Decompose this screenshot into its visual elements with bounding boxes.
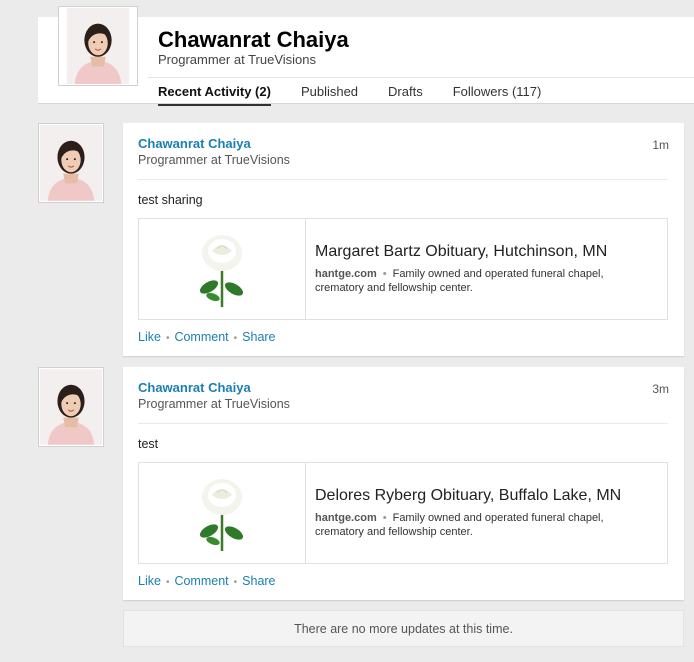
- link-title[interactable]: Margaret Bartz Obituary, Hutchinson, MN: [315, 243, 607, 261]
- post-timestamp: 1m: [652, 138, 669, 152]
- post-actions: Like • Comment • Share: [138, 330, 276, 344]
- post-author-name[interactable]: Chawanrat Chaiya: [138, 136, 251, 151]
- link-thumbnail[interactable]: [139, 463, 306, 563]
- share-link[interactable]: Share: [242, 574, 275, 588]
- shared-link-preview[interactable]: Delores Ryberg Obituary, Buffalo Lake, M…: [138, 462, 668, 564]
- like-link[interactable]: Like: [138, 574, 161, 588]
- profile-name: Chawanrat Chaiya: [158, 27, 349, 52]
- white-rose-icon: [187, 229, 257, 309]
- bullet-separator: •: [382, 268, 387, 280]
- comment-link[interactable]: Comment: [174, 574, 228, 588]
- avatar-image: [40, 369, 102, 445]
- link-domain: hantge.com: [315, 512, 377, 524]
- tab-followers[interactable]: Followers (117): [453, 84, 542, 106]
- tab-drafts[interactable]: Drafts: [388, 84, 423, 106]
- tab-published[interactable]: Published: [301, 84, 358, 106]
- post-text: test: [138, 437, 159, 451]
- share-link[interactable]: Share: [242, 330, 275, 344]
- post-timestamp: 3m: [652, 382, 669, 396]
- like-link[interactable]: Like: [138, 330, 161, 344]
- link-domain: hantge.com: [315, 268, 377, 280]
- link-source: hantge.com • Family owned and operated fun…: [315, 511, 655, 539]
- link-thumbnail[interactable]: [139, 219, 306, 319]
- post-actions: Like • Comment • Share: [138, 574, 276, 588]
- bullet-separator: •: [165, 577, 170, 588]
- activity-card: Chawanrat Chaiya Programmer at TrueVisio…: [123, 123, 684, 356]
- bullet-separator: •: [233, 333, 238, 344]
- post-author-avatar[interactable]: [38, 123, 104, 203]
- no-more-updates: There are no more updates at this time.: [123, 610, 684, 647]
- bullet-separator: •: [233, 577, 238, 588]
- bullet-separator: •: [382, 512, 387, 524]
- profile-header: Chawanrat Chaiya Programmer at TrueVisio…: [38, 6, 694, 106]
- shared-link-preview[interactable]: Margaret Bartz Obituary, Hutchinson, MN …: [138, 218, 668, 320]
- link-title[interactable]: Delores Ryberg Obituary, Buffalo Lake, M…: [315, 487, 621, 505]
- tabs-divider: [148, 77, 694, 78]
- post-divider: [138, 179, 668, 180]
- white-rose-icon: [187, 473, 257, 553]
- activity-tabs: Recent Activity (2) Published Drafts Fol…: [158, 84, 571, 106]
- post-author-avatar[interactable]: [38, 367, 104, 447]
- post-author-headline: Programmer at TrueVisions: [138, 153, 290, 167]
- tab-recent-activity[interactable]: Recent Activity (2): [158, 84, 271, 106]
- bullet-separator: •: [165, 333, 170, 344]
- post-text: test sharing: [138, 193, 203, 207]
- avatar-image: [40, 125, 102, 201]
- comment-link[interactable]: Comment: [174, 330, 228, 344]
- profile-headline: Programmer at TrueVisions: [158, 52, 316, 67]
- post-author-name[interactable]: Chawanrat Chaiya: [138, 380, 251, 395]
- post-divider: [138, 423, 668, 424]
- activity-card: Chawanrat Chaiya Programmer at TrueVisio…: [123, 367, 684, 600]
- link-source: hantge.com • Family owned and operated fun…: [315, 267, 655, 295]
- profile-avatar[interactable]: [58, 6, 138, 86]
- post-author-headline: Programmer at TrueVisions: [138, 397, 290, 411]
- avatar-image: [60, 8, 136, 84]
